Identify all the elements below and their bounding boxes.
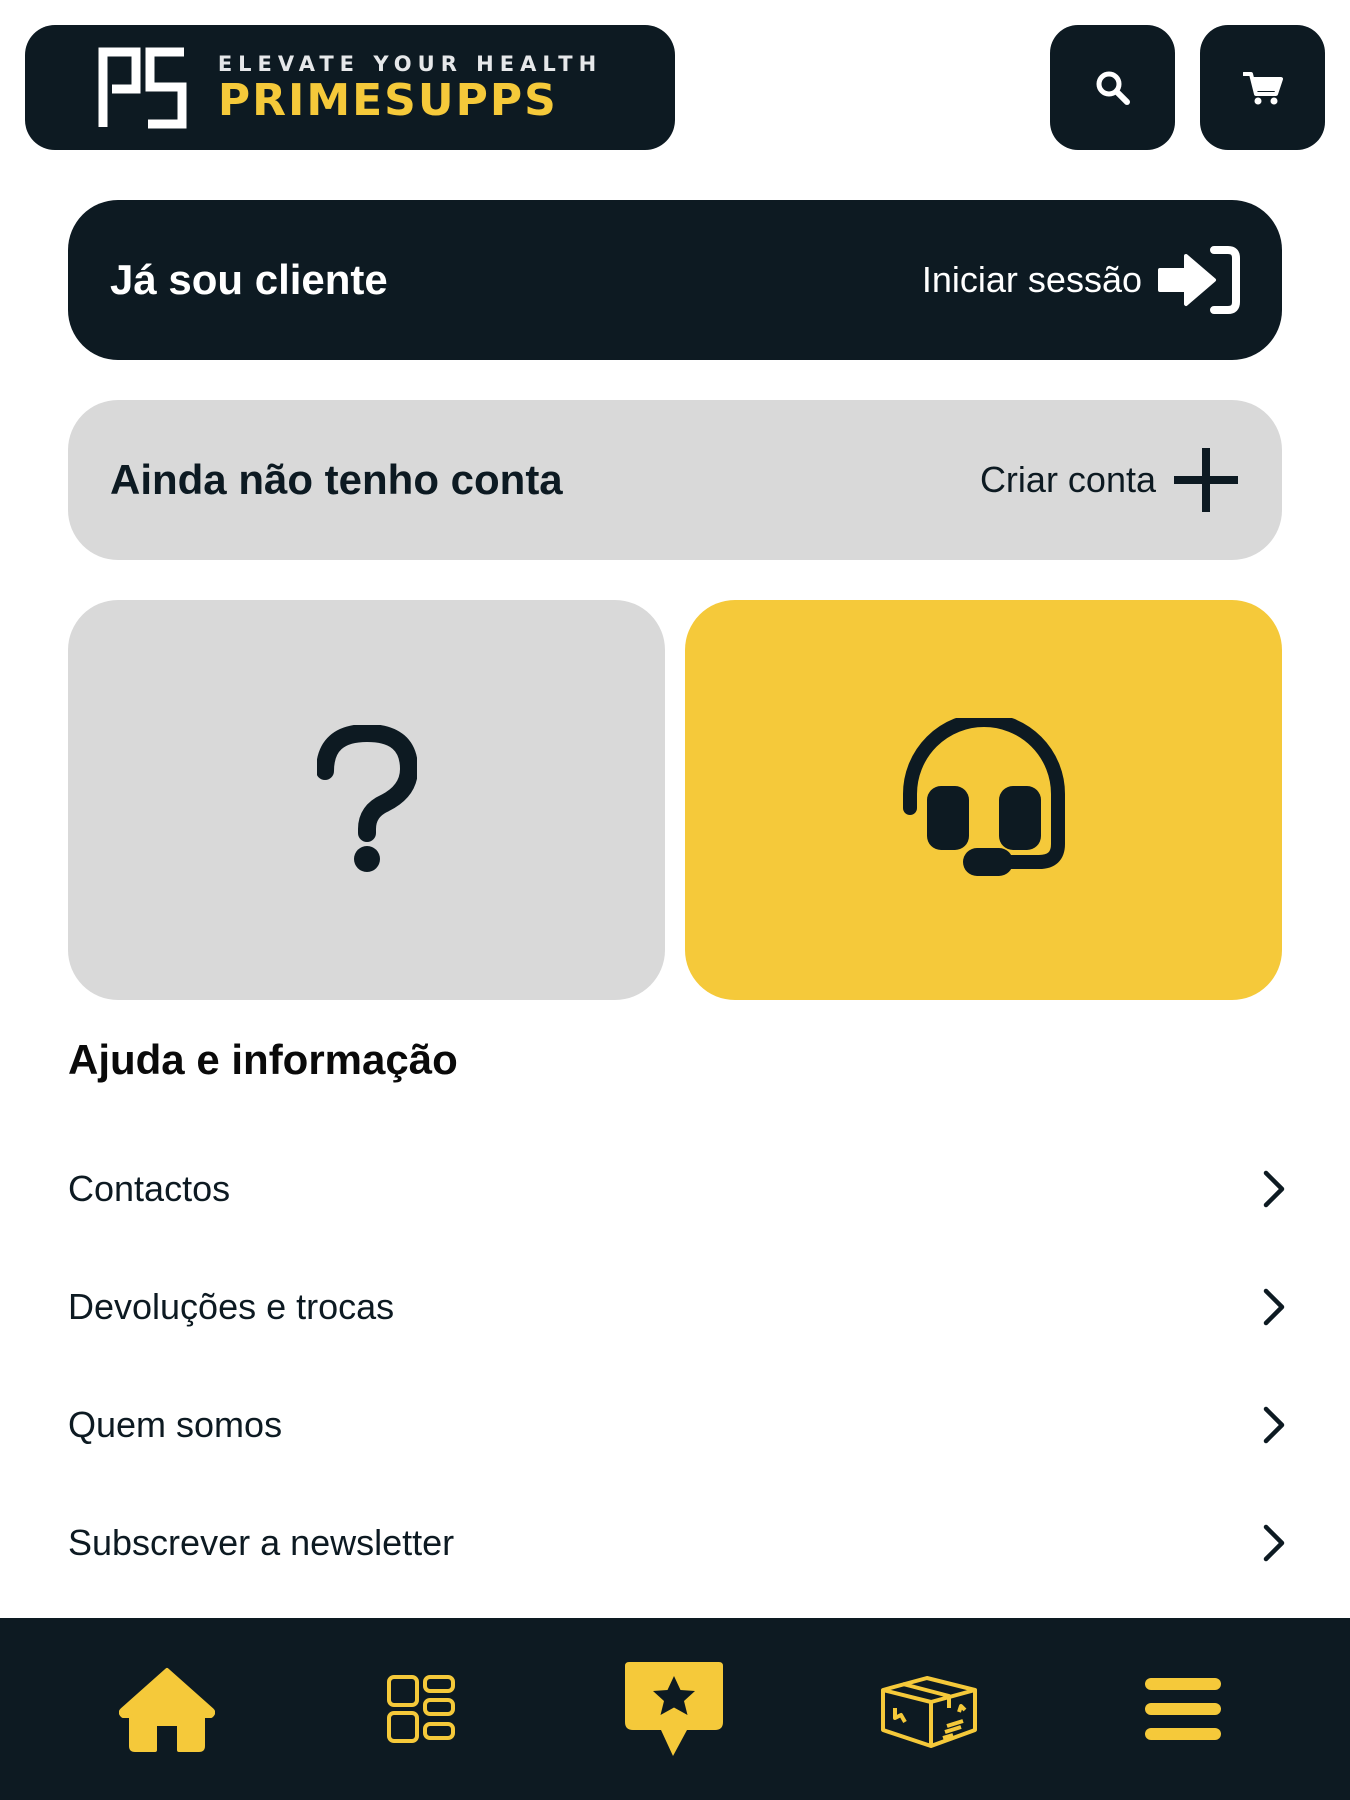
help-list: Contactos Devoluções e trocas Quem somos… — [68, 1130, 1288, 1602]
faq-tile[interactable] — [68, 600, 665, 1000]
search-icon — [1096, 71, 1130, 105]
categories-icon — [387, 1675, 455, 1743]
search-button[interactable] — [1050, 25, 1175, 150]
cart-icon — [1242, 71, 1283, 104]
list-item-quem-somos[interactable]: Quem somos — [68, 1366, 1288, 1484]
list-item-label: Devoluções e trocas — [68, 1286, 395, 1327]
chevron-right-icon — [1263, 1288, 1285, 1326]
register-title: Ainda não tenho conta — [110, 456, 563, 503]
nav-featured[interactable] — [615, 1649, 735, 1769]
logo-tagline: ELEVATE YOUR HEALTH — [217, 51, 603, 76]
chevron-right-icon — [1263, 1406, 1285, 1444]
list-item-newsletter[interactable]: Subscrever a newsletter — [68, 1484, 1288, 1602]
list-item-contactos[interactable]: Contactos — [68, 1130, 1288, 1248]
login-card[interactable]: Já sou cliente Iniciar sessão — [68, 200, 1282, 360]
bottom-nav — [0, 1618, 1350, 1800]
nav-orders[interactable] — [869, 1649, 989, 1769]
logo-name: PRIMESUPPS — [217, 74, 558, 126]
nav-categories[interactable] — [361, 1649, 481, 1769]
sign-in-icon — [1158, 246, 1240, 314]
home-icon — [119, 1668, 215, 1752]
register-action[interactable]: Criar conta — [980, 446, 1240, 514]
help-section-title: Ajuda e informação — [68, 1036, 458, 1083]
nav-home[interactable] — [107, 1649, 227, 1769]
star-badge-icon — [625, 1662, 723, 1756]
login-title: Já sou cliente — [110, 256, 388, 303]
list-item-devolucoes[interactable]: Devoluções e trocas — [68, 1248, 1288, 1366]
chevron-right-icon — [1263, 1170, 1285, 1208]
headset-icon — [902, 717, 1065, 876]
list-item-label: Contactos — [68, 1168, 231, 1209]
logo-content: ELEVATE YOUR HEALTH PRIMESUPPS — [98, 47, 602, 129]
question-mark-icon — [316, 725, 417, 872]
plus-icon — [1174, 448, 1238, 512]
ps-monogram-icon — [98, 47, 187, 128]
logo-wordmark: ELEVATE YOUR HEALTH PRIMESUPPS — [218, 51, 602, 125]
support-tile[interactable] — [685, 600, 1282, 1000]
menu-icon — [1145, 1678, 1221, 1740]
package-icon — [881, 1676, 977, 1748]
list-item-label: Subscrever a newsletter — [68, 1522, 455, 1563]
login-action-label: Iniciar sessão — [921, 259, 1142, 300]
chevron-right-icon — [1263, 1524, 1285, 1562]
list-item-label: Quem somos — [68, 1404, 283, 1445]
cart-button[interactable] — [1200, 25, 1325, 150]
register-card[interactable]: Ainda não tenho conta Criar conta — [68, 400, 1282, 560]
login-action[interactable]: Iniciar sessão — [922, 244, 1240, 316]
brand-logo[interactable]: ELEVATE YOUR HEALTH PRIMESUPPS — [25, 25, 675, 150]
register-action-label: Criar conta — [979, 459, 1156, 500]
nav-menu[interactable] — [1123, 1649, 1243, 1769]
